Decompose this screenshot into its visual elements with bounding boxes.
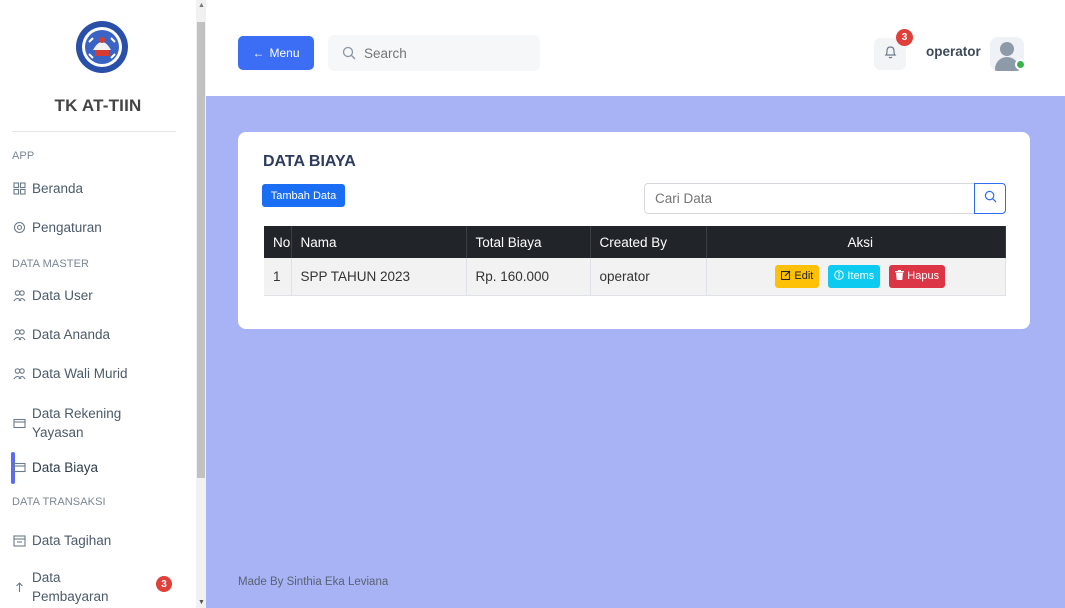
top-search (328, 35, 540, 71)
avatar-head (1000, 42, 1014, 56)
card-icon (12, 416, 26, 430)
card-icon (12, 461, 26, 475)
school-emblem-icon (75, 20, 129, 74)
sidebar: TK AT-TIIN APP Beranda Pengaturan DATA M… (0, 0, 196, 608)
col-header-no: No (264, 226, 292, 258)
edit-icon (781, 270, 791, 283)
users-icon (12, 367, 26, 381)
cell-actions: Edit Items Hapus (706, 258, 1006, 296)
table-header-row: No Nama Total Biaya Created By Aksi (264, 226, 1006, 258)
pembayaran-count-badge: 3 (156, 576, 172, 592)
sidebar-item-data-user[interactable]: Data User (12, 288, 93, 303)
sidebar-scrollbar[interactable]: ▲ ▼ (196, 0, 206, 608)
label-line: Data Rekening (32, 406, 122, 421)
sidebar-item-data-wali-murid[interactable]: Data Wali Murid (12, 366, 128, 381)
col-header-total-biaya: Total Biaya (466, 226, 591, 258)
col-header-created-by: Created By (590, 226, 707, 258)
search-icon (342, 46, 356, 60)
table-search-button[interactable] (974, 183, 1006, 214)
sidebar-item-label: Data Rekening Yayasan (32, 404, 121, 442)
footer-credit: Made By Sinthia Eka Leviana (238, 576, 389, 588)
label-line: Pembayaran (32, 589, 109, 604)
gear-icon (12, 221, 26, 235)
hapus-label: Hapus (907, 270, 940, 283)
sidebar-item-label: Data Pembayaran (32, 568, 109, 606)
online-status-dot (1015, 59, 1026, 70)
sidebar-item-data-pembayaran[interactable]: Data Pembayaran (12, 568, 109, 606)
add-data-button[interactable]: Tambah Data (262, 184, 345, 207)
arrow-left-icon: ← (252, 46, 265, 60)
app: TK AT-TIIN APP Beranda Pengaturan DATA M… (0, 0, 1065, 608)
users-icon (12, 289, 26, 303)
main-content: DATA BIAYA Tambah Data No Nama (206, 96, 1065, 608)
page-title: DATA BIAYA (263, 153, 356, 170)
sidebar-item-label: Data User (32, 288, 93, 303)
info-icon (834, 269, 845, 283)
sidebar-item-data-tagihan[interactable]: Data Tagihan (12, 533, 111, 548)
menu-toggle-button[interactable]: ← Menu (238, 36, 314, 70)
cell-nama: SPP TAHUN 2023 (291, 258, 467, 296)
items-button[interactable]: Items (828, 264, 881, 288)
edit-button[interactable]: Edit (775, 264, 820, 288)
sidebar-item-label: Data Ananda (32, 327, 111, 342)
cell-created-by: operator (590, 258, 707, 296)
sidebar-item-label: Data Tagihan (32, 533, 112, 548)
section-data-transaksi: DATA TRANSAKSI (12, 496, 106, 508)
username[interactable]: operator (926, 44, 981, 59)
sidebar-item-label: Beranda (32, 181, 84, 196)
grid-icon (12, 182, 26, 196)
sidebar-item-data-rekening-yayasan[interactable]: Data Rekening Yayasan (12, 404, 121, 442)
sidebar-item-data-biaya[interactable]: Data Biaya (12, 460, 98, 475)
cell-no: 1 (264, 258, 292, 296)
search-input[interactable] (364, 45, 524, 61)
table-search (644, 183, 1006, 214)
sidebar-item-label: Pengaturan (32, 220, 102, 235)
label-line: Yayasan (32, 425, 84, 440)
notification-badge: 3 (896, 29, 913, 46)
users-icon (12, 328, 26, 342)
sidebar-item-label: Data Wali Murid (32, 366, 128, 381)
table-row: 1 SPP TAHUN 2023 Rp. 160.000 operator Ed… (264, 258, 1006, 296)
col-header-nama: Nama (291, 226, 467, 258)
trash-icon (895, 269, 905, 283)
search-icon (984, 190, 997, 208)
delete-button[interactable]: Hapus (889, 264, 946, 288)
scroll-down-icon[interactable]: ▼ (198, 599, 205, 606)
bell-icon (884, 45, 897, 64)
brand-title: TK AT-TIIN (54, 96, 142, 115)
items-label: Items (847, 270, 875, 283)
scroll-up-icon[interactable]: ▲ (198, 2, 205, 9)
sidebar-item-data-ananda[interactable]: Data Ananda (12, 327, 110, 342)
sidebar-item-pengaturan[interactable]: Pengaturan (12, 220, 102, 235)
edit-label: Edit (794, 270, 814, 283)
label-line: Data (32, 570, 61, 585)
section-app: APP (12, 150, 35, 162)
divider (12, 131, 176, 132)
cell-total: Rp. 160.000 (466, 258, 591, 296)
menu-label: Menu (269, 46, 300, 60)
upload-icon (12, 580, 26, 594)
sidebar-item-beranda[interactable]: Beranda (12, 181, 83, 196)
biaya-table: No Nama Total Biaya Created By Aksi 1 SP… (264, 226, 1006, 296)
sidebar-item-label: Data Biaya (32, 460, 99, 475)
col-header-aksi: Aksi (706, 226, 1006, 258)
table-search-input[interactable] (644, 183, 974, 214)
calendar-icon (12, 534, 26, 548)
topbar: ← Menu 3 operator (206, 0, 1065, 96)
data-biaya-card: DATA BIAYA Tambah Data No Nama (238, 132, 1030, 329)
scrollbar-thumb[interactable] (197, 22, 205, 478)
section-data-master: DATA MASTER (12, 258, 90, 270)
